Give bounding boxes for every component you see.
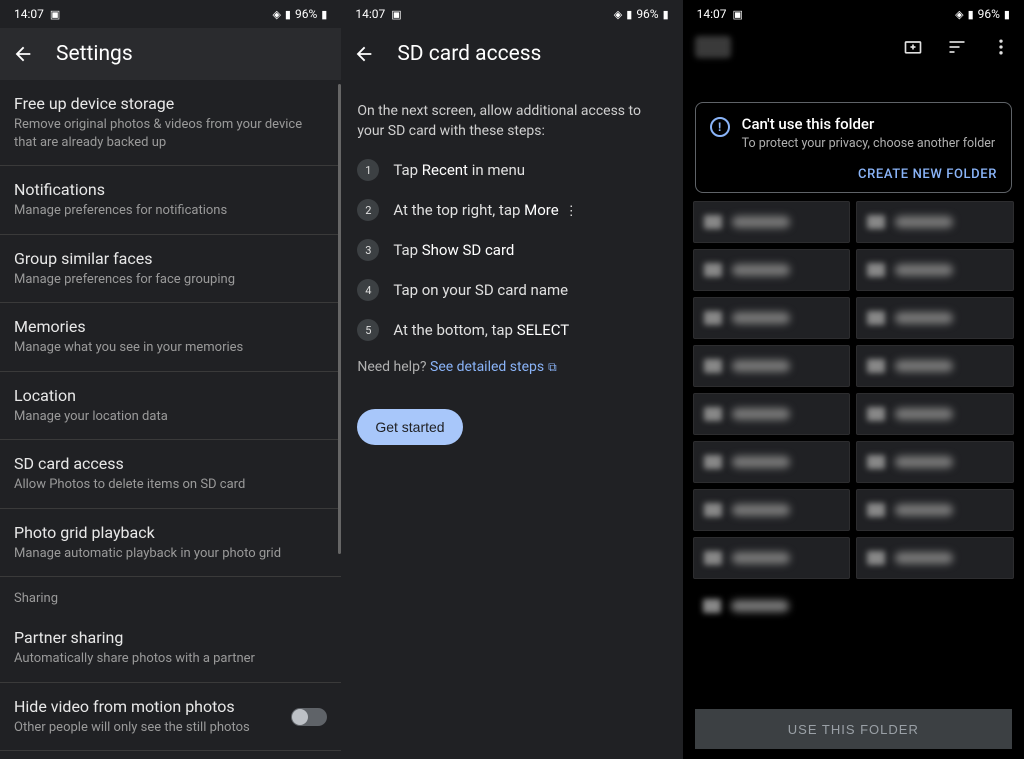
status-time: 14:07 [697,7,727,21]
wifi-icon: ◈ [272,8,280,21]
wifi-icon: ◈ [614,8,622,21]
detailed-steps-link[interactable]: See detailed steps [430,359,544,375]
folder-grid [683,201,1024,627]
more-dots-icon: ⋮ [565,204,578,219]
alert-card: ! Can't use this folder To protect your … [695,102,1012,193]
get-started-button[interactable]: Get started [357,409,462,445]
photo-indicator-icon: ▣ [50,8,60,21]
status-battery: 96% [978,7,1000,21]
wifi-icon: ◈ [955,8,963,21]
setting-free-up-storage[interactable]: Free up device storage Remove original p… [0,80,341,166]
new-folder-icon[interactable] [902,36,924,58]
step-4: 4 Tap on your SD card name [357,279,666,301]
folder-tile[interactable] [856,537,1014,579]
battery-icon: ▮ [1004,8,1010,21]
status-battery: 96% [636,7,658,21]
battery-icon: ▮ [663,8,669,21]
setting-location[interactable]: Location Manage your location data [0,372,341,441]
sort-icon[interactable] [946,36,968,58]
settings-list: Free up device storage Remove original p… [0,80,341,759]
folder-tile[interactable] [856,393,1014,435]
folder-tile[interactable] [693,585,851,627]
status-bar: 14:07 ▣ ◈ ▮ 96% ▮ [0,0,341,28]
alert-desc: To protect your privacy, choose another … [742,136,995,151]
signal-icon: ▮ [968,8,974,21]
setting-photo-grid-playback[interactable]: Photo grid playback Manage automatic pla… [0,509,341,578]
info-icon: ! [710,117,730,137]
setting-notifications[interactable]: Notifications Manage preferences for not… [0,166,341,235]
path-chip [695,36,731,58]
folder-tile[interactable] [693,489,851,531]
section-sharing-label: Sharing [0,577,341,614]
page-title: SD card access [397,42,541,66]
status-time: 14:07 [355,7,385,21]
folder-tile[interactable] [856,489,1014,531]
page-title: Settings [56,42,133,66]
status-time: 14:07 [14,7,44,21]
folder-tile[interactable] [693,201,851,243]
setting-hide-video[interactable]: Hide video from motion photos Other peop… [0,683,341,752]
signal-icon: ▮ [285,8,291,21]
status-bar: 14:07 ▣ ◈ ▮ 96% ▮ [341,0,682,28]
folder-tile[interactable] [693,249,851,291]
folder-tile[interactable] [856,441,1014,483]
photo-indicator-icon: ▣ [391,8,401,21]
battery-icon: ▮ [321,8,327,21]
status-battery: 96% [295,7,317,21]
step-5: 5 At the bottom, tap SELECT [357,319,666,341]
back-button[interactable] [12,43,34,65]
folder-tile[interactable] [856,249,1014,291]
photo-indicator-icon: ▣ [733,8,743,21]
step-2: 2 At the top right, tap More⋮ [357,199,666,221]
external-link-icon: ⧉ [548,360,557,374]
hide-video-toggle[interactable] [291,708,327,726]
folder-tile[interactable] [693,441,851,483]
folder-tile[interactable] [693,537,851,579]
folder-tile[interactable] [693,393,851,435]
overflow-menu-icon[interactable] [990,36,1012,58]
step-3: 3 Tap Show SD card [357,239,666,261]
signal-icon: ▮ [626,8,632,21]
folder-tile[interactable] [856,201,1014,243]
setting-partner-sharing[interactable]: Partner sharing Automatically share phot… [0,614,341,683]
folder-tile[interactable] [856,345,1014,387]
use-this-folder-button[interactable]: USE THIS FOLDER [695,709,1012,749]
step-1: 1 Tap Recent in menu [357,159,666,181]
help-line: Need help? See detailed steps⧉ [357,359,666,375]
back-button[interactable] [353,43,375,65]
setting-group-faces[interactable]: Group similar faces Manage preferences f… [0,235,341,304]
instruction-intro: On the next screen, allow additional acc… [357,102,666,141]
create-new-folder-button[interactable]: CREATE NEW FOLDER [858,167,997,182]
setting-sd-card-access[interactable]: SD card access Allow Photos to delete it… [0,440,341,509]
folder-tile[interactable] [693,345,851,387]
folder-tile[interactable] [856,297,1014,339]
setting-memories[interactable]: Memories Manage what you see in your mem… [0,303,341,372]
folder-tile[interactable] [693,297,851,339]
setting-skipped-suggestions[interactable]: Skipped suggestions [0,751,341,759]
alert-title: Can't use this folder [742,115,995,133]
status-bar: 14:07 ▣ ◈ ▮ 96% ▮ [683,0,1024,28]
